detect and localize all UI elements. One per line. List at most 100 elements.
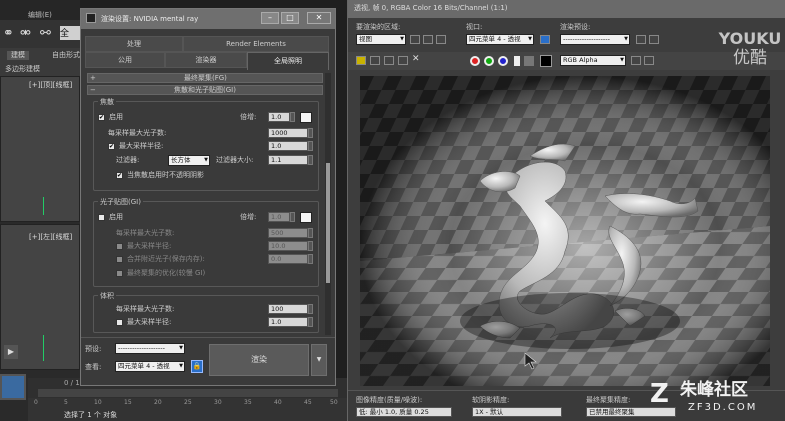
soft-shadow-field[interactable]: 1X - 默认 — [472, 407, 562, 417]
crop-icon[interactable] — [436, 35, 446, 44]
photon-gi-merge-checkbox[interactable] — [116, 256, 123, 263]
tab-global-illumination[interactable]: 全局照明 — [247, 52, 329, 70]
save-image-icon[interactable] — [356, 56, 366, 65]
caustics-max-radius-field[interactable]: 1.0 — [268, 141, 308, 151]
edit-region-icon[interactable] — [410, 35, 420, 44]
minimize-button[interactable]: – — [261, 12, 279, 24]
channel-dropdown[interactable]: RGB Alpha — [560, 55, 626, 66]
caustics-max-photons-spinner[interactable] — [308, 128, 313, 138]
photon-gi-optimize-checkbox[interactable] — [116, 270, 123, 277]
render-image[interactable] — [360, 76, 770, 386]
ruler-tick: 10 — [94, 399, 102, 406]
volume-max-radius-field[interactable]: 1.0 — [268, 317, 308, 327]
ribbon-tab-modeling[interactable]: 建模 — [7, 51, 29, 60]
rollout-header-fg[interactable]: + 最终聚集(FG) — [87, 73, 323, 83]
rollout-header-caustics[interactable]: − 焦散和光子贴图(GI) — [87, 85, 323, 95]
maximize-button[interactable]: □ — [281, 12, 299, 24]
caustics-filter-size-spinner[interactable] — [308, 155, 313, 165]
volume-max-photons-field[interactable]: 100 — [268, 304, 308, 314]
ruler-tick: 30 — [214, 399, 222, 406]
print-icon[interactable] — [398, 56, 408, 65]
unlink-icon[interactable]: ⚮ — [20, 26, 31, 41]
tab-common[interactable]: 公用 — [85, 52, 165, 68]
viewport-top[interactable]: [+][顶][线框] — [0, 76, 80, 222]
quad-view-icon[interactable] — [0, 374, 26, 400]
caustics-enable-checkbox[interactable]: ✔ — [98, 114, 105, 121]
photon-gi-max-radius-field[interactable]: 10.0 — [268, 241, 308, 251]
photon-gi-multiplier-spinner[interactable] — [290, 212, 295, 222]
viewport-left-label[interactable]: [+][左][线框] — [29, 233, 72, 242]
area-label: 要渲染的区域: — [356, 23, 401, 31]
photon-gi-enable-checkbox[interactable] — [98, 214, 105, 221]
caustics-max-photons-field[interactable]: 1000 — [268, 128, 308, 138]
play-icon[interactable]: ▶ — [4, 345, 18, 359]
tab-label: 全局照明 — [274, 57, 302, 65]
photon-gi-merge-spinner[interactable] — [308, 254, 313, 264]
time-slider[interactable] — [38, 389, 338, 397]
photon-gi-color-swatch[interactable] — [300, 212, 312, 223]
tab-render-elements[interactable]: Render Elements — [183, 36, 329, 52]
viewport-dropdown[interactable]: 四元菜单 4 - 透视 — [466, 34, 534, 45]
lock-viewport-icon[interactable] — [540, 35, 550, 44]
link-icon[interactable]: ⚭ — [3, 26, 14, 41]
tab-renderer[interactable]: 渲染器 — [165, 52, 247, 68]
volume-max-radius-spinner[interactable] — [308, 317, 313, 327]
render-button[interactable]: 渲染 — [209, 344, 309, 376]
volume-max-photons-spinner[interactable] — [308, 304, 313, 314]
alpha-channel-icon[interactable] — [514, 56, 520, 66]
mono-icon[interactable] — [524, 56, 534, 66]
close-button[interactable]: ✕ — [307, 12, 331, 24]
area-dropdown[interactable]: 视图 — [356, 34, 406, 45]
photon-gi-multiplier-field[interactable]: 1.0 — [268, 212, 290, 222]
bind-icon[interactable]: ⚯ — [40, 26, 51, 41]
volume-max-radius-label: 最大采样半径: — [127, 318, 172, 326]
lock-view-icon[interactable]: 🔒 — [191, 360, 203, 373]
render-preset-dropdown[interactable]: -------------------- — [560, 34, 630, 45]
environment-icon[interactable] — [649, 35, 659, 44]
ribbon-poly-modeling[interactable]: 多边形建模 — [5, 65, 40, 74]
axis-gizmo-icon — [43, 335, 44, 361]
red-channel-icon[interactable] — [470, 56, 480, 66]
volume-max-radius-checkbox[interactable] — [116, 319, 123, 326]
tab-processing[interactable]: 处理 — [85, 36, 183, 52]
render-setup-icon[interactable] — [636, 35, 646, 44]
auto-region-icon[interactable] — [423, 35, 433, 44]
caustics-filter-dropdown[interactable]: 长方体 — [168, 155, 210, 166]
caustics-multiplier-field[interactable]: 1.0 — [268, 112, 290, 122]
caustics-max-radius-checkbox[interactable]: ✔ — [108, 143, 115, 150]
photon-gi-max-radius-checkbox[interactable] — [116, 243, 123, 250]
opaque-shadows-checkbox[interactable]: ✔ — [116, 172, 123, 179]
viewport-left[interactable]: [+][左][线框] ▶ — [0, 224, 80, 370]
ribbon-tab-freeform[interactable]: 自由形式 — [52, 51, 80, 60]
toggle-ui-icon[interactable] — [644, 56, 654, 65]
preset-dropdown[interactable]: -------------------- — [115, 343, 185, 354]
swatch-black-icon[interactable] — [540, 55, 552, 67]
caustics-color-swatch[interactable] — [300, 112, 312, 123]
selection-filter[interactable]: 全 — [60, 26, 80, 40]
caustics-max-radius-spinner[interactable] — [308, 141, 313, 151]
img-precision-field[interactable]: 低: 最小 1.0, 质量 0.25 — [356, 407, 452, 417]
group-title: 体积 — [98, 292, 116, 301]
photon-gi-merge-field[interactable]: 0.0 — [268, 254, 308, 264]
render-dropdown-arrow[interactable]: ▼ — [311, 344, 327, 376]
blue-channel-icon[interactable] — [498, 56, 508, 66]
clear-icon[interactable]: ✕ — [412, 54, 420, 64]
opaque-shadows-label: 当焦散启用时不透明阴影 — [127, 171, 204, 179]
photon-gi-max-radius-spinner[interactable] — [308, 241, 313, 251]
max-toolbar: ⚭ ⚮ ⚯ 全 — [0, 20, 80, 48]
menu-edit[interactable]: 编辑(E) — [28, 11, 52, 20]
copy-image-icon[interactable] — [370, 56, 380, 65]
caustics-filter-size-field[interactable]: 1.1 — [268, 155, 308, 165]
photon-gi-merge-label: 合并附近光子(保存内存): — [127, 255, 205, 263]
scrollbar-thumb[interactable] — [326, 163, 330, 283]
green-channel-icon[interactable] — [484, 56, 494, 66]
photon-gi-max-photons-field[interactable]: 500 — [268, 228, 308, 238]
rollout-scrollbar[interactable] — [325, 73, 331, 335]
rollout-toggle-icon: − — [90, 86, 96, 94]
clone-frame-icon[interactable] — [384, 56, 394, 65]
caustics-multiplier-spinner[interactable] — [290, 112, 295, 122]
photon-gi-max-photons-spinner[interactable] — [308, 228, 313, 238]
toggle-ui-overlay-icon[interactable] — [631, 56, 641, 65]
viewport-top-label[interactable]: [+][顶][线框] — [29, 81, 72, 90]
view-dropdown[interactable]: 四元菜单 4 - 透视 — [115, 361, 185, 372]
